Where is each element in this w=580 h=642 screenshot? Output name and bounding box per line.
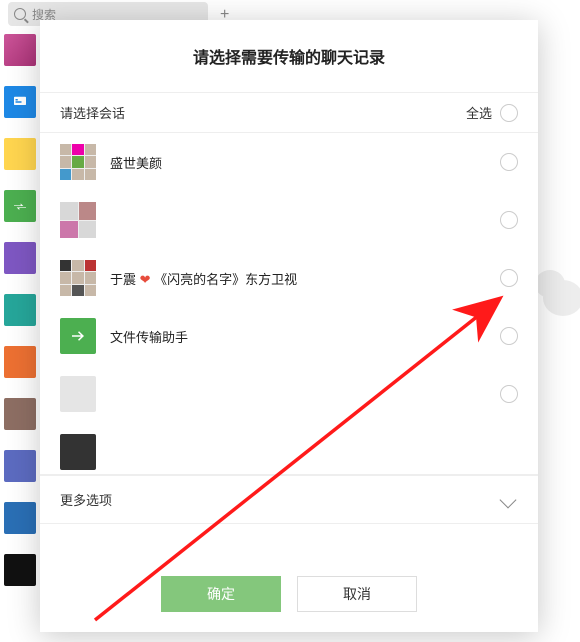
avatar [60,376,96,412]
chevron-down-icon [500,491,517,508]
sidebar-avatar-list [4,0,38,642]
conversation-name: 盛世美颜 [110,153,486,172]
chat-icon[interactable] [4,86,36,118]
more-options-label: 更多选项 [60,490,112,509]
list-item[interactable]: 盛世美颜 [40,133,538,191]
avatar [60,202,96,238]
more-options-button[interactable]: 更多选项 [40,475,538,524]
modal-title: 请选择需要传输的聊天记录 [40,20,538,92]
wechat-logo-bg [535,270,580,330]
list-item[interactable] [40,423,538,472]
list-item[interactable] [40,365,538,423]
avatar [60,434,96,470]
conversation-name: 于震 ❤ 《闪亮的名字》东方卫视 [110,269,486,288]
radio-icon[interactable] [500,211,518,229]
transfer-icon[interactable] [4,190,36,222]
conversation-list: 盛世美颜 于震 ❤ 《闪亮的名字》东方卫视 文件传输助手 [40,133,538,472]
radio-icon[interactable] [500,385,518,403]
radio-icon[interactable] [500,153,518,171]
list-item[interactable]: 文件传输助手 [40,307,538,365]
choose-session-label: 请选择会话 [60,103,125,122]
radio-icon[interactable] [500,327,518,345]
section-header: 请选择会话 全选 [40,92,538,133]
ok-button[interactable]: 确定 [161,576,281,612]
select-all-label: 全选 [466,103,492,122]
avatar [60,260,96,296]
avatar [60,318,96,354]
list-item[interactable]: 于震 ❤ 《闪亮的名字》东方卫视 [40,249,538,307]
cancel-button[interactable]: 取消 [297,576,417,612]
conversation-name: 文件传输助手 [110,327,486,346]
select-all-button[interactable]: 全选 [466,103,518,122]
list-item[interactable] [40,191,538,249]
select-chat-modal: 请选择需要传输的聊天记录 请选择会话 全选 盛世美颜 于震 ❤ 《闪亮的名字》东… [40,20,538,632]
heart-icon: ❤ [140,272,151,287]
radio-icon [500,104,518,122]
avatar [60,144,96,180]
button-row: 确定 取消 [40,548,538,632]
radio-icon[interactable] [500,269,518,287]
